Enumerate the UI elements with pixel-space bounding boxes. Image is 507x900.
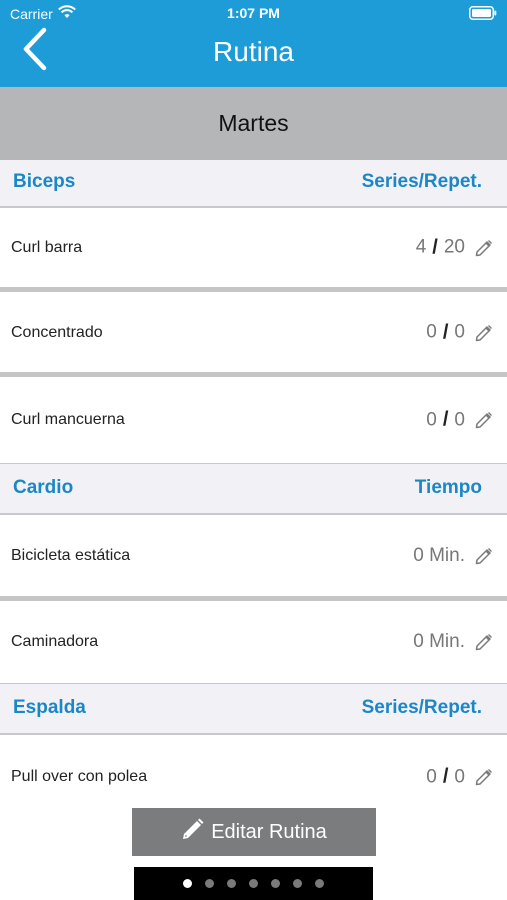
series-count: 4 xyxy=(415,236,427,258)
exercise-row-concentrado[interactable]: Concentrado 0 / 0 xyxy=(0,293,507,377)
series-count: 0 xyxy=(426,321,437,343)
reps-count: 20 xyxy=(443,236,465,258)
page-dot[interactable] xyxy=(205,879,214,888)
exercise-row-bicicleta[interactable]: Bicicleta estática 0 Min. xyxy=(0,515,507,601)
series-reps-value: 0 / 0 xyxy=(426,766,465,789)
nav-bar: Carrier 1:07 PM Rutina xyxy=(0,0,507,87)
exercise-name: Curl barra xyxy=(11,238,83,256)
reps-count: 0 xyxy=(454,766,465,787)
separator-slash: / xyxy=(432,236,438,258)
status-bar: Carrier 1:07 PM xyxy=(0,5,507,23)
minutes-value: 0 Min. xyxy=(413,631,465,652)
section-header-cardio: Cardio Tiempo xyxy=(0,463,507,515)
exercise-row-curl-barra[interactable]: Curl barra 4 / 20 xyxy=(0,208,507,292)
page-dot[interactable] xyxy=(227,879,236,888)
exercise-name: Curl mancuerna xyxy=(11,411,125,428)
exercise-row-pull-over[interactable]: Pull over con polea 0 / 0 xyxy=(0,735,507,815)
pencil-icon[interactable] xyxy=(474,238,494,258)
page-dot[interactable] xyxy=(315,879,324,888)
page-dot[interactable] xyxy=(271,879,280,888)
section-column-label: Tiempo xyxy=(414,477,482,498)
section-title: Espalda xyxy=(13,697,86,718)
pencil-icon[interactable] xyxy=(474,632,494,652)
page-dot[interactable] xyxy=(183,879,192,888)
section-title: Biceps xyxy=(13,171,76,192)
section-header-biceps: Biceps Series/Repet. xyxy=(0,160,507,208)
pencil-icon[interactable] xyxy=(474,323,494,343)
pencil-icon[interactable] xyxy=(474,410,494,430)
exercise-name: Bicicleta estática xyxy=(11,546,131,564)
section-column-label: Series/Repet. xyxy=(361,697,482,718)
pencil-icon[interactable] xyxy=(474,767,494,787)
edit-routine-label: Editar Rutina xyxy=(211,820,327,843)
page-indicator[interactable] xyxy=(134,867,373,900)
page-dot[interactable] xyxy=(249,879,258,888)
minutes-value: 0 Min. xyxy=(413,544,465,566)
reps-count: 0 xyxy=(454,321,465,343)
battery-icon xyxy=(469,6,497,23)
series-reps-value: 4 / 20 xyxy=(416,236,465,259)
exercise-name: Pull over con polea xyxy=(11,768,148,785)
series-count: 0 xyxy=(426,766,437,787)
series-reps-value: 0 / 0 xyxy=(426,409,465,432)
exercise-name: Concentrado xyxy=(11,323,103,341)
status-time: 1:07 PM xyxy=(227,5,280,21)
exercise-row-curl-mancuerna[interactable]: Curl mancuerna 0 / 0 xyxy=(0,378,507,462)
pencil-icon xyxy=(181,817,205,847)
time-value: 0 Min. xyxy=(413,545,465,567)
section-column-label: Series/Repet. xyxy=(361,171,482,192)
page-dot[interactable] xyxy=(293,879,302,888)
section-title: Cardio xyxy=(13,477,74,498)
pencil-icon[interactable] xyxy=(474,546,494,566)
separator-slash: / xyxy=(442,765,449,788)
day-header: Martes xyxy=(0,87,507,160)
series-count: 0 xyxy=(426,409,437,430)
page-title: Rutina xyxy=(213,36,294,67)
separator-slash: / xyxy=(442,321,449,343)
exercise-row-caminadora[interactable]: Caminadora 0 Min. xyxy=(0,601,507,683)
separator-slash: / xyxy=(442,408,449,431)
edit-routine-button[interactable]: Editar Rutina xyxy=(132,808,376,856)
section-header-espalda: Espalda Series/Repet. xyxy=(0,683,507,735)
exercise-name: Caminadora xyxy=(11,633,99,650)
time-value: 0 Min. xyxy=(413,631,465,653)
reps-count: 0 xyxy=(454,409,465,430)
series-reps-value: 0 / 0 xyxy=(426,321,465,344)
